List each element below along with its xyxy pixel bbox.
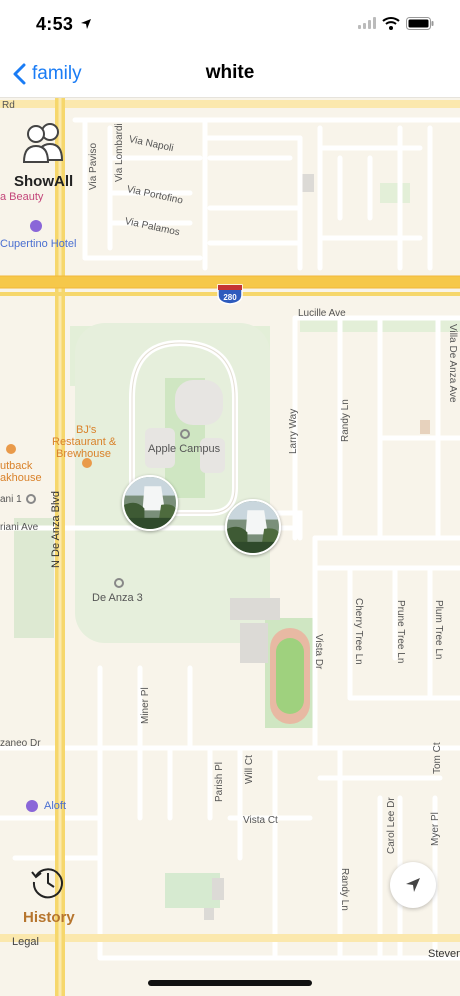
waterfall-photo [124, 477, 176, 529]
member-avatar[interactable] [225, 499, 281, 555]
building [230, 598, 280, 620]
home-indicator [148, 980, 312, 986]
road-label: Vista Ct [243, 815, 278, 826]
location-arrow-icon [81, 19, 91, 29]
legal-link[interactable]: Legal [12, 936, 39, 948]
road-label: Rd [2, 100, 15, 111]
group-members-icon[interactable] [16, 120, 68, 164]
poi-label: utback [0, 460, 33, 472]
poi-label: Restaurant & [52, 436, 117, 448]
road-label: Myer Pl [430, 812, 441, 846]
poi-label: Cupertino Hotel [0, 238, 77, 250]
status-time: 4:53 [36, 14, 74, 34]
poi-label: Aloft [44, 800, 67, 812]
road-label: N De Anza Blvd [50, 490, 62, 568]
waterfall-photo [227, 501, 279, 553]
building [420, 420, 430, 434]
road-label: Randy Ln [339, 868, 350, 911]
road-label: Plum Tree Ln [433, 600, 444, 660]
building [204, 908, 214, 920]
hotel-icon [30, 220, 42, 232]
map-view[interactable]: 280 Rd Via Paviso Via Lombardi Via Napol… [0, 98, 460, 996]
road-label: Cherry Tree Ln [353, 598, 364, 665]
road-label: Parish Pl [214, 761, 225, 802]
interstate-number: 280 [223, 293, 237, 302]
history-icon[interactable] [30, 864, 66, 900]
hotel-icon [26, 800, 38, 812]
road-label: Tom Ct [432, 742, 443, 774]
navigation-bar: family white [0, 50, 460, 98]
road-label: Vista Dr [313, 634, 324, 670]
battery-icon [406, 17, 434, 30]
landmark-icon [26, 494, 36, 504]
member-avatar[interactable] [122, 475, 178, 531]
wifi-icon [382, 17, 400, 30]
poi-label: De Anza 3 [92, 592, 143, 604]
restaurant-icon [6, 444, 16, 454]
road-label: Lucille Ave [298, 308, 346, 319]
show-all-button[interactable]: ShowAll [14, 173, 73, 190]
road-label: Via Lombardi [114, 123, 125, 182]
road-label: Steven [428, 948, 460, 960]
road-label: Will Ct [244, 755, 255, 784]
landmark-icon [180, 429, 190, 439]
poi-label: a Beauty [0, 191, 44, 203]
park-area [14, 518, 54, 638]
poi-label: akhouse [0, 472, 42, 484]
locate-me-button[interactable] [390, 862, 436, 908]
cellular-signal-icon [358, 17, 376, 29]
restaurant-icon [82, 458, 92, 468]
road-label: zaneo Dr [0, 738, 41, 749]
building [212, 878, 224, 900]
road-label: Via Paviso [88, 142, 99, 190]
map-canvas [0, 98, 460, 996]
road-label: Larry Way [288, 408, 299, 454]
road-label: Villa De Anza Ave [447, 324, 458, 403]
poi-label: BJ's [76, 424, 97, 436]
road-label: riani Ave [0, 522, 39, 533]
campus-building [175, 380, 223, 425]
status-bar: 4:53 [0, 0, 460, 50]
road-label: Randy Ln [340, 399, 351, 442]
road-label: Carol Lee Dr [386, 797, 397, 854]
park-area [380, 183, 410, 203]
poi-label: Apple Campus [148, 443, 221, 455]
interstate-shield-icon: 280 [217, 284, 243, 305]
park-area [165, 873, 220, 908]
track-field [276, 638, 304, 714]
road-label: Miner Pl [140, 687, 151, 724]
history-button[interactable]: History [23, 909, 75, 926]
poi-label: ani 1 [0, 494, 22, 505]
building [240, 623, 268, 663]
landmark-icon [114, 578, 124, 588]
navigation-arrow-icon [406, 878, 420, 892]
road-label: Prune Tree Ln [395, 600, 406, 664]
page-title: white [205, 62, 255, 83]
